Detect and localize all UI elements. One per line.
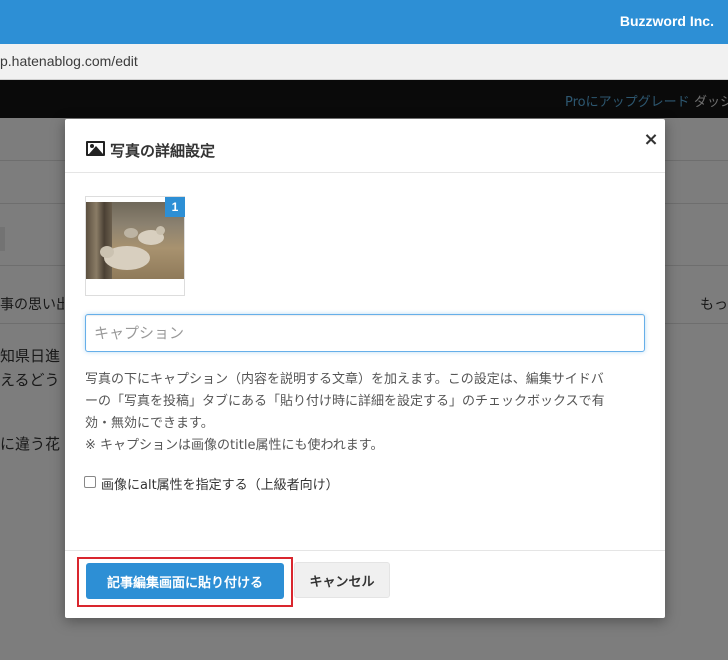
close-button[interactable]: × — [642, 131, 660, 149]
picture-icon — [86, 141, 105, 156]
photo-settings-dialog: 写真の詳細設定 × 1 写真の下にキャプション（内容を説明する文章）を加えます。… — [65, 119, 665, 618]
brand-bar: Buzzword Inc. — [0, 0, 728, 44]
paste-to-editor-button[interactable]: 記事編集画面に貼り付ける — [86, 563, 284, 599]
url-text[interactable]: p.hatenablog.com/edit — [0, 53, 138, 69]
dialog-title: 写真の詳細設定 — [110, 142, 216, 160]
caption-input[interactable] — [85, 314, 645, 352]
dialog-header: 写真の詳細設定 × — [65, 119, 665, 173]
brand-name: Buzzword Inc. — [619, 13, 714, 29]
caption-help-text: 写真の下にキャプション（内容を説明する文章）を加えます。この設定は、編集サイドバ… — [85, 369, 645, 457]
photo-thumbnail[interactable]: 1 — [85, 196, 185, 296]
help-line: 効・無効にできます。 — [85, 416, 214, 431]
address-bar[interactable]: p.hatenablog.com/edit — [0, 44, 728, 80]
help-line: ※ キャプションは画像のtitle属性にも使われます。 — [85, 438, 384, 453]
alt-attribute-checkbox[interactable] — [84, 476, 96, 488]
dialog-footer: 記事編集画面に貼り付ける キャンセル — [65, 550, 665, 618]
cancel-button[interactable]: キャンセル — [294, 562, 390, 598]
help-line: 写真の下にキャプション（内容を説明する文章）を加えます。この設定は、編集サイドバ — [85, 372, 604, 387]
thumbnail-count-badge: 1 — [165, 197, 185, 217]
alt-attribute-label[interactable]: 画像にalt属性を指定する（上級者向け） — [101, 474, 339, 493]
help-line: ーの「写真を投稿」タブにある「貼り付け時に詳細を設定する」のチェックボックスで有 — [85, 394, 605, 409]
